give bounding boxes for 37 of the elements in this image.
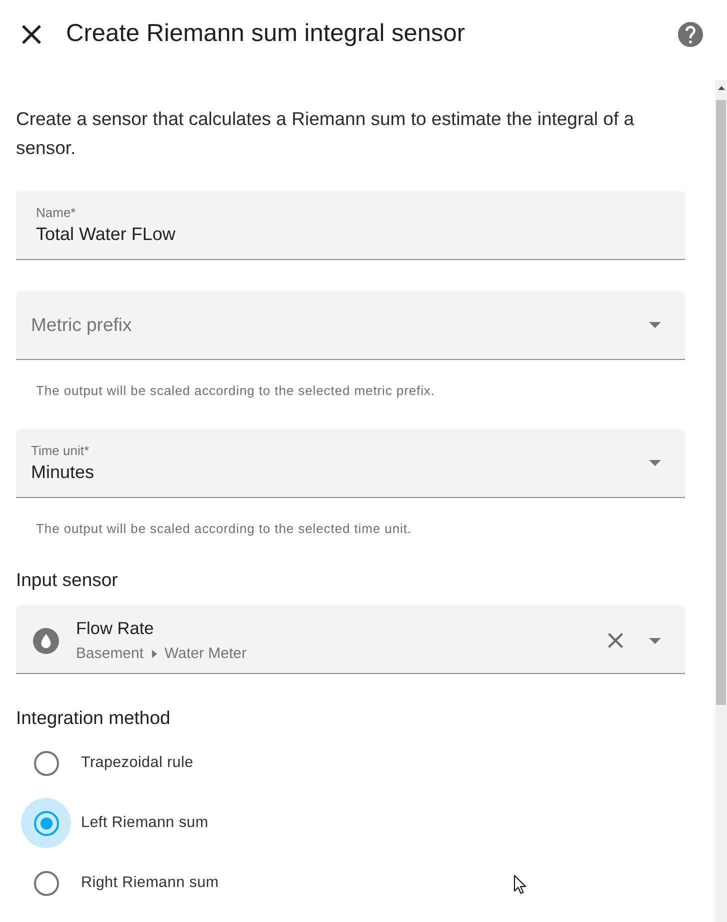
field-value: Total Water FLow (36, 223, 176, 245)
radio-label[interactable]: Right Riemann sum (81, 873, 219, 893)
entity-name: Flow Rate (76, 617, 154, 639)
device-name: Water Meter (164, 644, 247, 664)
helper-text: The output will be scaled according to the selected time unit. (36, 521, 412, 537)
dropdown-field[interactable]: Metric prefix (16, 291, 685, 360)
field-label: Name* (36, 205, 77, 221)
radio-button[interactable] (34, 810, 58, 836)
water-drop-icon (33, 628, 59, 654)
radio-button[interactable] (34, 750, 58, 776)
scroll-up-arrow-icon[interactable] (718, 86, 724, 90)
breadcrumb-arrow-icon (152, 650, 157, 658)
dropdown-field[interactable]: Time unit* Minutes (16, 429, 685, 498)
close-icon (22, 24, 40, 44)
dropdown-caret-icon[interactable] (649, 460, 661, 466)
help-button[interactable] (677, 21, 703, 47)
radio-label[interactable]: Trapezoidal rule (81, 753, 194, 773)
entity-picker-field[interactable]: Flow Rate Basement Water Meter (16, 605, 685, 674)
radio-label[interactable]: Left Riemann sum (81, 813, 208, 833)
section-heading: Input sensor (16, 568, 119, 592)
field-placeholder: Metric prefix (31, 314, 133, 336)
radio-button[interactable] (34, 870, 58, 896)
dropdown-caret-icon[interactable] (649, 638, 661, 644)
field-label: Time unit* (31, 443, 90, 459)
area-name: Basement (76, 644, 144, 664)
text-field[interactable]: Name* Total Water FLow (16, 191, 685, 260)
section-heading: Integration method (16, 706, 172, 730)
close-icon (608, 633, 622, 648)
scrollbar-thumb[interactable] (716, 100, 726, 705)
close-button[interactable] (19, 22, 43, 46)
description-text: Create a sensor that calculates a Riemann sum to estimate the integral of a sensor. (16, 107, 636, 160)
dialog-title: Create Riemann sum integral sensor (66, 19, 465, 49)
mouse-pointer-icon (514, 875, 526, 894)
help-icon (678, 22, 702, 46)
field-value: Minutes (31, 461, 96, 483)
helper-text: The output will be scaled according to the selected metric prefix. (36, 383, 436, 399)
dropdown-caret-icon[interactable] (649, 322, 661, 328)
